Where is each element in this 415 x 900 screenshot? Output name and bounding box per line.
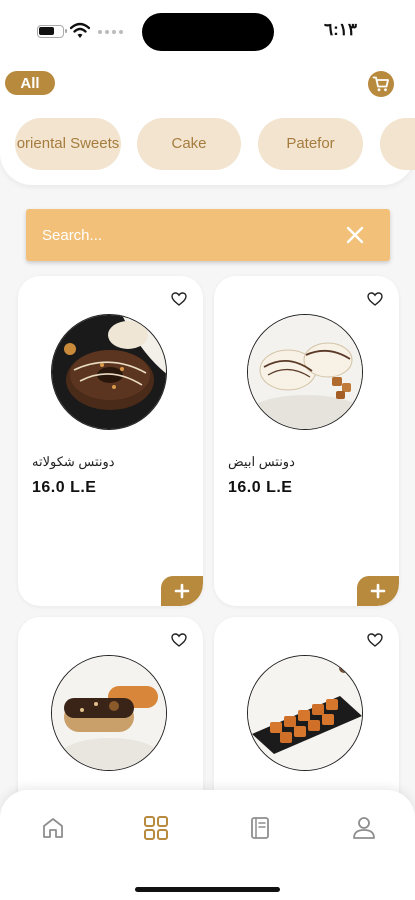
wifi-icon — [70, 22, 90, 38]
product-price: 16.0 L.E — [32, 479, 97, 496]
filter-all-chip[interactable]: All — [5, 71, 55, 95]
battery-icon — [37, 25, 67, 38]
plus-icon — [370, 583, 386, 599]
search-input[interactable] — [42, 209, 342, 261]
nav-categories[interactable] — [142, 814, 170, 842]
product-name: دونتس شكولاته — [32, 454, 115, 469]
heart-icon[interactable] — [171, 292, 187, 306]
menu-book-icon — [251, 817, 269, 839]
dynamic-island — [142, 13, 274, 51]
add-to-cart-button[interactable] — [357, 576, 399, 606]
category-chip[interactable] — [380, 118, 415, 170]
search-bar — [26, 209, 390, 261]
signal-icon — [98, 30, 123, 34]
product-image — [247, 314, 363, 430]
profile-icon — [353, 817, 375, 839]
category-chip[interactable]: oriental Sweets — [15, 118, 121, 170]
heart-icon[interactable] — [367, 633, 383, 647]
product-price: 16.0 L.E — [228, 479, 293, 496]
status-time: ٦:١٣ — [323, 20, 357, 39]
product-card[interactable]: دونتس شكولاته 16.0 L.E — [18, 276, 203, 606]
product-image — [247, 655, 363, 771]
product-image — [51, 314, 167, 430]
category-chip[interactable]: Patefor — [258, 118, 363, 170]
status-bar: ٦:١٣ — [0, 0, 415, 62]
home-icon — [43, 818, 63, 838]
add-to-cart-button[interactable] — [161, 576, 203, 606]
close-icon[interactable] — [344, 224, 366, 246]
product-image — [51, 655, 167, 771]
product-name: دونتس ابيض — [228, 454, 295, 469]
grid-icon — [144, 816, 168, 840]
category-chip[interactable]: Cake — [137, 118, 241, 170]
nav-home[interactable] — [39, 814, 67, 842]
cart-button[interactable] — [368, 71, 394, 97]
product-card[interactable]: دونتس ابيض 16.0 L.E — [214, 276, 399, 606]
plus-icon — [174, 583, 190, 599]
heart-icon[interactable] — [367, 292, 383, 306]
nav-profile[interactable] — [350, 814, 378, 842]
heart-icon[interactable] — [171, 633, 187, 647]
home-indicator — [135, 887, 280, 892]
cart-icon — [372, 76, 389, 92]
bottom-navigation — [0, 790, 415, 900]
category-list: oriental Sweets Cake Patefor — [15, 118, 415, 170]
nav-orders[interactable] — [246, 814, 274, 842]
